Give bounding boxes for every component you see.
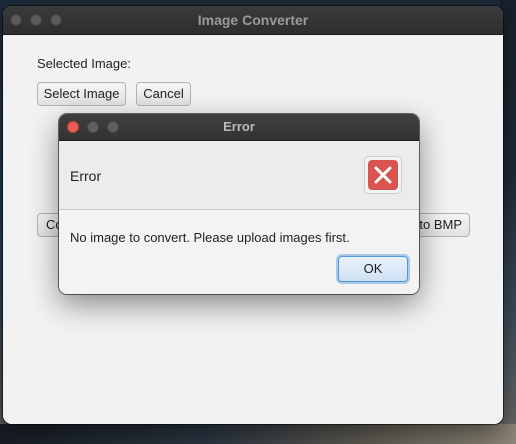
selected-image-label: Selected Image: bbox=[37, 56, 131, 71]
window-title: Image Converter bbox=[197, 12, 309, 28]
main-titlebar[interactable]: Image Converter bbox=[3, 6, 503, 35]
select-image-button[interactable]: Select Image bbox=[37, 82, 126, 106]
dialog-title: Error bbox=[223, 119, 255, 134]
desktop-background-bottom bbox=[0, 424, 516, 444]
dialog-body: No image to convert. Please upload image… bbox=[59, 210, 419, 294]
error-message: No image to convert. Please upload image… bbox=[70, 230, 350, 245]
cancel-button[interactable]: Cancel bbox=[136, 82, 191, 106]
error-icon bbox=[364, 156, 402, 194]
dialog-titlebar[interactable]: Error bbox=[59, 114, 419, 141]
ok-button[interactable]: OK bbox=[338, 256, 408, 282]
dialog-header-text: Error bbox=[70, 168, 102, 184]
error-dialog: Error Error No image to convert. Please … bbox=[59, 114, 419, 294]
